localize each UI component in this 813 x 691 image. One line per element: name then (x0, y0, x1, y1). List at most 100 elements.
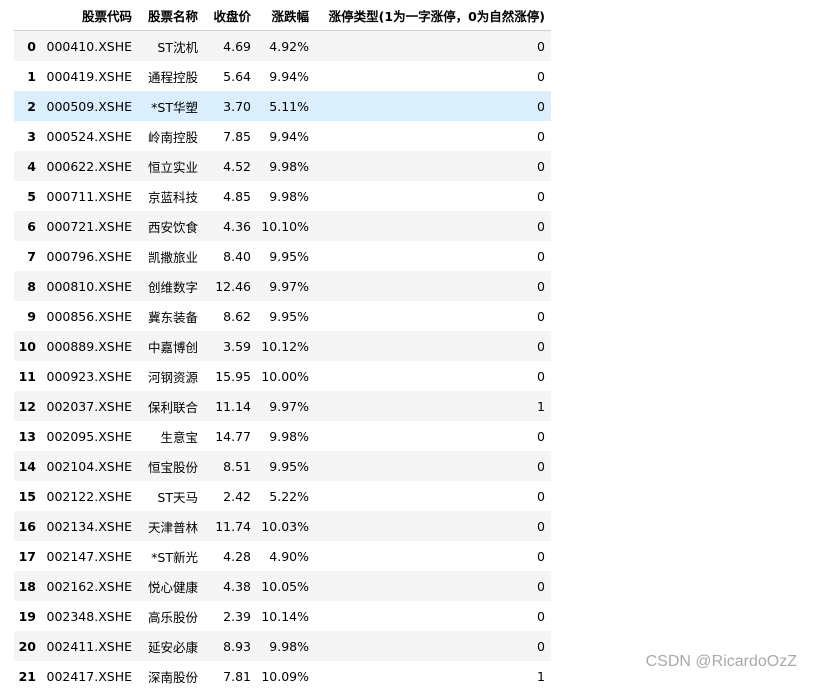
cell-limit-type: 0 (315, 601, 551, 631)
table-row[interactable]: 3000524.XSHE岭南控股7.859.94%0 (14, 121, 551, 151)
row-index: 18 (14, 571, 42, 601)
table-row[interactable]: 15002122.XSHEST天马2.425.22%0 (14, 481, 551, 511)
cell-limit-type: 0 (315, 361, 551, 391)
row-index: 20 (14, 631, 42, 661)
cell-pct: 5.22% (257, 481, 315, 511)
cell-pct: 4.90% (257, 541, 315, 571)
cell-pct: 9.95% (257, 301, 315, 331)
cell-pct: 9.94% (257, 121, 315, 151)
table-row[interactable]: 20002411.XSHE延安必康8.939.98%0 (14, 631, 551, 661)
cell-close: 11.74 (204, 511, 257, 541)
cell-name: 高乐股份 (138, 601, 204, 631)
cell-limit-type: 0 (315, 511, 551, 541)
cell-code: 000419.XSHE (42, 61, 138, 91)
cell-limit-type: 0 (315, 91, 551, 121)
table-row[interactable]: 11000923.XSHE河钢资源15.9510.00%0 (14, 361, 551, 391)
table-row[interactable]: 0000410.XSHEST沈机4.694.92%0 (14, 31, 551, 62)
cell-limit-type: 0 (315, 301, 551, 331)
table-row[interactable]: 17002147.XSHE*ST新光4.284.90%0 (14, 541, 551, 571)
table-row[interactable]: 1000419.XSHE通程控股5.649.94%0 (14, 61, 551, 91)
row-index: 4 (14, 151, 42, 181)
cell-name: 冀东装备 (138, 301, 204, 331)
table-row[interactable]: 19002348.XSHE高乐股份2.3910.14%0 (14, 601, 551, 631)
cell-close: 2.42 (204, 481, 257, 511)
cell-name: 创维数字 (138, 271, 204, 301)
cell-pct: 9.95% (257, 451, 315, 481)
cell-limit-type: 0 (315, 481, 551, 511)
cell-close: 7.81 (204, 661, 257, 691)
row-index: 14 (14, 451, 42, 481)
row-index: 17 (14, 541, 42, 571)
column-header-limit-type[interactable]: 涨停类型(1为一字涨停，0为自然涨停) (315, 0, 551, 31)
table-row[interactable]: 6000721.XSHE西安饮食4.3610.10%0 (14, 211, 551, 241)
cell-close: 3.59 (204, 331, 257, 361)
cell-code: 000622.XSHE (42, 151, 138, 181)
row-index: 12 (14, 391, 42, 421)
cell-pct: 9.97% (257, 271, 315, 301)
cell-limit-type: 0 (315, 151, 551, 181)
cell-name: 深南股份 (138, 661, 204, 691)
cell-limit-type: 1 (315, 391, 551, 421)
cell-name: 中嘉博创 (138, 331, 204, 361)
table-row[interactable]: 12002037.XSHE保利联合11.149.97%1 (14, 391, 551, 421)
table-row[interactable]: 16002134.XSHE天津普林11.7410.03%0 (14, 511, 551, 541)
row-index: 1 (14, 61, 42, 91)
cell-code: 000923.XSHE (42, 361, 138, 391)
table-row[interactable]: 9000856.XSHE冀东装备8.629.95%0 (14, 301, 551, 331)
cell-name: 天津普林 (138, 511, 204, 541)
column-header-pct[interactable]: 涨跌幅 (257, 0, 315, 31)
table-row[interactable]: 7000796.XSHE凯撒旅业8.409.95%0 (14, 241, 551, 271)
cell-close: 8.62 (204, 301, 257, 331)
cell-limit-type: 0 (315, 451, 551, 481)
cell-close: 2.39 (204, 601, 257, 631)
cell-name: *ST新光 (138, 541, 204, 571)
table-row[interactable]: 2000509.XSHE*ST华塑3.705.11%0 (14, 91, 551, 121)
table-row[interactable]: 21002417.XSHE深南股份7.8110.09%1 (14, 661, 551, 691)
cell-pct: 10.12% (257, 331, 315, 361)
cell-pct: 10.00% (257, 361, 315, 391)
cell-name: *ST华塑 (138, 91, 204, 121)
cell-code: 000524.XSHE (42, 121, 138, 151)
cell-code: 000889.XSHE (42, 331, 138, 361)
table-row[interactable]: 10000889.XSHE中嘉博创3.5910.12%0 (14, 331, 551, 361)
cell-code: 002122.XSHE (42, 481, 138, 511)
cell-name: 河钢资源 (138, 361, 204, 391)
table-row[interactable]: 4000622.XSHE恒立实业4.529.98%0 (14, 151, 551, 181)
cell-code: 000810.XSHE (42, 271, 138, 301)
column-header-name[interactable]: 股票名称 (138, 0, 204, 31)
column-header-code[interactable]: 股票代码 (42, 0, 138, 31)
cell-pct: 9.94% (257, 61, 315, 91)
cell-limit-type: 0 (315, 541, 551, 571)
cell-close: 15.95 (204, 361, 257, 391)
cell-name: 西安饮食 (138, 211, 204, 241)
cell-limit-type: 0 (315, 31, 551, 62)
table-row[interactable]: 5000711.XSHE京蓝科技4.859.98%0 (14, 181, 551, 211)
cell-code: 002104.XSHE (42, 451, 138, 481)
table-row[interactable]: 18002162.XSHE悦心健康4.3810.05%0 (14, 571, 551, 601)
table-row[interactable]: 14002104.XSHE恒宝股份8.519.95%0 (14, 451, 551, 481)
cell-close: 4.69 (204, 31, 257, 62)
row-index: 9 (14, 301, 42, 331)
cell-close: 4.38 (204, 571, 257, 601)
column-header-close[interactable]: 收盘价 (204, 0, 257, 31)
cell-name: 通程控股 (138, 61, 204, 91)
cell-pct: 4.92% (257, 31, 315, 62)
cell-limit-type: 0 (315, 331, 551, 361)
cell-limit-type: 0 (315, 181, 551, 211)
row-index: 5 (14, 181, 42, 211)
table-row[interactable]: 13002095.XSHE生意宝14.779.98%0 (14, 421, 551, 451)
cell-limit-type: 0 (315, 241, 551, 271)
cell-limit-type: 0 (315, 421, 551, 451)
cell-code: 000721.XSHE (42, 211, 138, 241)
cell-pct: 9.98% (257, 181, 315, 211)
cell-limit-type: 0 (315, 631, 551, 661)
row-index: 13 (14, 421, 42, 451)
row-index: 11 (14, 361, 42, 391)
cell-close: 7.85 (204, 121, 257, 151)
cell-code: 000711.XSHE (42, 181, 138, 211)
cell-code: 002095.XSHE (42, 421, 138, 451)
table-body: 0000410.XSHEST沈机4.694.92%01000419.XSHE通程… (14, 31, 551, 691)
table-row[interactable]: 8000810.XSHE创维数字12.469.97%0 (14, 271, 551, 301)
cell-code: 002134.XSHE (42, 511, 138, 541)
row-index: 0 (14, 31, 42, 62)
